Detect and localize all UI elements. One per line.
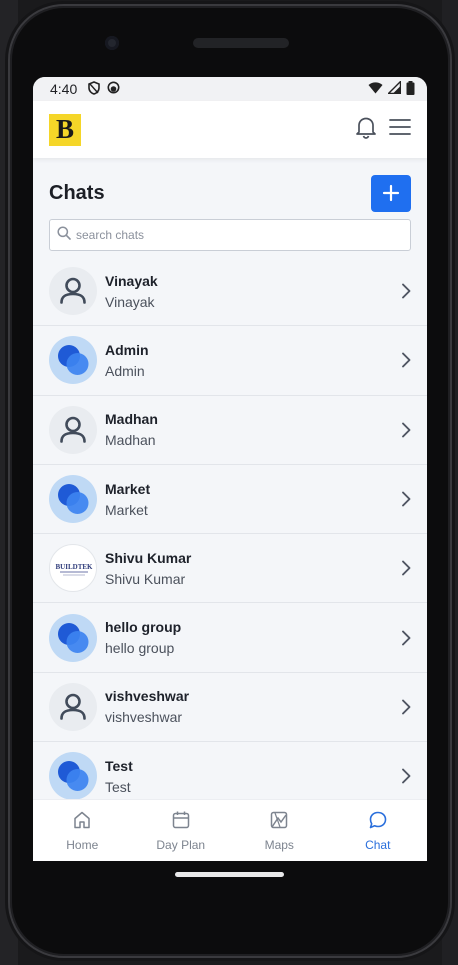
svg-text:BUILDTEK: BUILDTEK: [56, 563, 94, 571]
user-avatar: [49, 682, 97, 731]
signal-icon: [386, 79, 402, 97]
chat-texts: Shivu Kumar Shivu Kumar: [105, 549, 397, 588]
user-avatar: [49, 267, 97, 316]
chat-texts: Vinayak Vinayak: [105, 272, 397, 311]
chat-list-item[interactable]: vishveshwar vishveshwar: [33, 673, 427, 743]
app-screen: 4:40 B Chats search chats Vinayak Vinaya…: [33, 77, 427, 861]
nav-item-chat[interactable]: Chat: [329, 800, 428, 861]
calendar-icon: [171, 810, 191, 833]
user-avatar: [49, 405, 97, 454]
nav-item-home[interactable]: Home: [33, 800, 132, 861]
chevron-right-icon: [397, 767, 415, 785]
chat-name: Vinayak: [105, 272, 158, 289]
nav-label: Chat: [365, 837, 391, 852]
nav-label: Day Plan: [156, 837, 206, 852]
chat-list-item[interactable]: Madhan Madhan: [33, 396, 427, 465]
chevron-right-icon: [397, 282, 415, 300]
company-logo-avatar: BUILDTEK: [49, 544, 97, 593]
chevron-right-icon: [397, 698, 415, 716]
chat-texts: Test Test: [105, 757, 397, 796]
chat-subtitle: vishveshwar: [105, 709, 183, 726]
chat-subtitle: Market: [105, 501, 148, 518]
shield-icon: [87, 80, 101, 98]
chat-icon: [368, 810, 388, 833]
app-bar: B: [33, 101, 427, 158]
chat-texts: Market Market: [105, 480, 397, 519]
brand-logo[interactable]: B: [49, 113, 81, 146]
chat-name: vishveshwar: [105, 688, 190, 705]
status-time: 4:40: [50, 81, 78, 97]
chat-name: Shivu Kumar: [105, 549, 192, 566]
menu-icon[interactable]: [389, 118, 411, 141]
chat-list-item[interactable]: Vinayak Vinayak: [33, 257, 427, 327]
front-camera: [105, 36, 119, 50]
chat-subtitle: Test: [105, 778, 131, 795]
chevron-right-icon: [397, 421, 415, 439]
chat-name: Admin: [105, 341, 149, 358]
logo-letter: B: [55, 114, 74, 144]
plus-icon: [382, 184, 400, 202]
chat-texts: Madhan Madhan: [105, 410, 397, 449]
chevron-right-icon: [397, 629, 415, 647]
status-bar: 4:40: [33, 77, 427, 101]
chat-subtitle: hello group: [105, 640, 175, 657]
add-chat-button[interactable]: [371, 174, 411, 212]
chat-name: Test: [105, 757, 133, 774]
search-input[interactable]: [76, 228, 396, 242]
chat-texts: Admin Admin: [105, 341, 397, 380]
earpiece-speaker: [193, 38, 289, 48]
chat-list: Vinayak Vinayak Admin Admin Madhan Madhan Mark…: [33, 257, 427, 812]
page-title: Chats: [49, 181, 105, 204]
nav-label: Maps: [264, 837, 294, 852]
chevron-right-icon: [397, 351, 415, 369]
bottom-navigation: Home Day Plan Maps Chat: [33, 799, 427, 861]
chat-list-item[interactable]: Market Market: [33, 465, 427, 535]
nav-item-day-plan[interactable]: Day Plan: [132, 800, 231, 861]
android-icon: [107, 81, 120, 97]
chevron-right-icon: [397, 559, 415, 577]
chat-name: Madhan: [105, 411, 158, 428]
chat-subtitle: Shivu Kumar: [105, 570, 186, 587]
chat-subtitle: Vinayak: [105, 293, 155, 310]
group-avatar: [49, 752, 97, 801]
chevron-right-icon: [397, 490, 415, 508]
chat-texts: vishveshwar vishveshwar: [105, 687, 397, 726]
home-indicator[interactable]: [175, 872, 284, 877]
search-box[interactable]: [49, 219, 411, 251]
map-icon: [269, 810, 289, 833]
chat-list-item[interactable]: BUILDTEK Shivu Kumar Shivu Kumar: [33, 534, 427, 604]
group-avatar: [49, 336, 97, 385]
bell-icon[interactable]: [355, 115, 377, 144]
battery-icon: [406, 80, 415, 98]
chat-list-item[interactable]: hello group hello group: [33, 603, 427, 673]
group-avatar: [49, 613, 97, 662]
chats-header: Chats: [33, 158, 427, 214]
chat-name: hello group: [105, 619, 182, 636]
chat-list-item[interactable]: Admin Admin: [33, 326, 427, 396]
home-icon: [72, 810, 92, 833]
chat-texts: hello group hello group: [105, 618, 397, 657]
nav-item-maps[interactable]: Maps: [230, 800, 329, 861]
wifi-icon: [368, 81, 383, 97]
chat-subtitle: Admin: [105, 362, 145, 379]
group-avatar: [49, 475, 97, 524]
chat-subtitle: Madhan: [105, 432, 156, 449]
nav-label: Home: [66, 837, 99, 852]
search-icon: [57, 225, 71, 245]
chat-name: Market: [105, 480, 151, 497]
